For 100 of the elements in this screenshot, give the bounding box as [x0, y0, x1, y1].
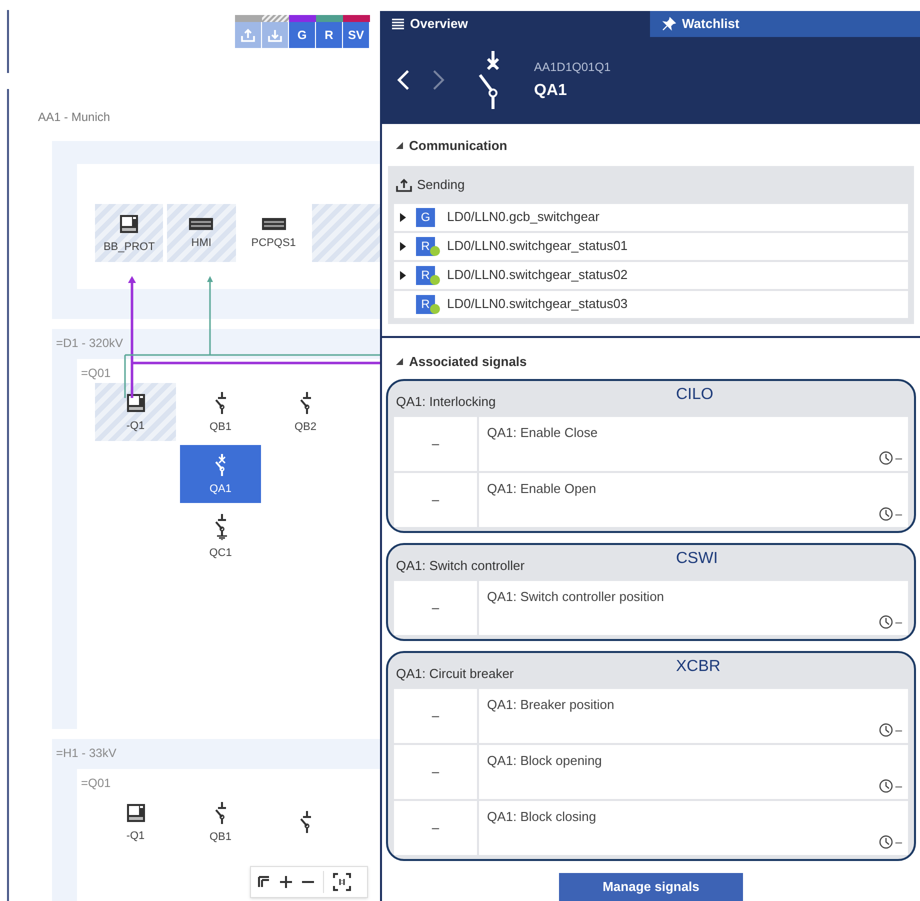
signal-value: – — [394, 473, 479, 527]
signal-value: – — [394, 745, 479, 799]
message-row[interactable]: R LD0/LLN0.switchgear_status01 — [394, 232, 908, 260]
fit-icon[interactable] — [257, 875, 271, 889]
diagram-node[interactable]: QA1 — [180, 445, 261, 503]
relay-icon — [126, 802, 146, 822]
annotation-label: CSWI — [676, 549, 718, 569]
group-title: QA1: Switch controller — [395, 557, 525, 576]
diagram-node[interactable]: BB_PROT — [95, 204, 164, 262]
expand-icon[interactable] — [400, 212, 406, 222]
switch-icon — [212, 802, 228, 824]
group-title: Sending — [417, 176, 465, 194]
bay-title: =Q01 — [81, 367, 112, 379]
signal-value: – — [394, 581, 479, 635]
device-name: QA1 — [534, 83, 568, 100]
chevron-right-icon — [432, 69, 446, 92]
filter-button[interactable]: R — [316, 22, 343, 48]
node-label: QB1 — [209, 422, 232, 432]
type-badge: G — [416, 208, 435, 226]
signal-name: QA1: Breaker position — [487, 696, 616, 714]
diagram-node[interactable]: -Q1 — [95, 793, 176, 851]
diagram-node[interactable]: -Q1 — [95, 383, 176, 441]
signal-name: QA1: Block closing — [487, 808, 598, 826]
tab[interactable]: Overview — [380, 11, 650, 37]
upload-icon — [396, 178, 412, 192]
filter-button[interactable]: G — [289, 22, 316, 48]
filter-button[interactable]: SV — [343, 22, 370, 48]
voltage-level-title: =H1 - 33kV — [56, 747, 118, 759]
relay-icon — [126, 392, 146, 412]
substation-title: AA1 - Munich — [38, 111, 112, 123]
timestamp: – — [895, 722, 902, 739]
signal-value: – — [394, 689, 479, 743]
node-label: QB2 — [294, 422, 316, 432]
device-path: AA1D1Q01Q1 — [534, 61, 611, 74]
diagram-node[interactable]: QB2 — [265, 383, 346, 441]
pin-icon — [662, 16, 676, 31]
message-row[interactable]: G LD0/LLN0.gcb_switchgear — [394, 204, 908, 230]
signal-name: QA1: Enable Close — [487, 424, 599, 442]
timestamp: – — [895, 450, 902, 467]
diagram-node[interactable]: QB1 — [180, 793, 261, 851]
clock-icon — [879, 835, 894, 849]
breaker-icon — [476, 49, 502, 112]
node-label: BB_PROT — [103, 242, 155, 252]
switch-icon — [298, 811, 314, 833]
expand-icon[interactable] — [400, 242, 406, 250]
message-name: LD0/LLN0.switchgear_status01 — [447, 237, 628, 256]
breaker-icon — [212, 454, 228, 476]
clock-icon — [879, 615, 894, 629]
switch-icon — [212, 392, 228, 414]
annotation-label: XCBR — [676, 657, 720, 677]
node-label: QC1 — [209, 548, 232, 558]
diagram-node[interactable]: HMI — [167, 204, 236, 262]
node-label: QA1 — [209, 484, 232, 494]
chevron-left-icon — [396, 69, 410, 92]
clock-icon — [879, 451, 894, 465]
node-label: QB1 — [209, 832, 232, 842]
signal-name: QA1: Enable Open — [487, 480, 598, 498]
diagram-node[interactable] — [312, 204, 380, 262]
signal-value: – — [394, 417, 479, 471]
section-title: Communication — [409, 137, 508, 155]
message-name: LD0/LLN0.gcb_switchgear — [447, 208, 600, 226]
group-title: QA1: Circuit breaker — [395, 665, 514, 684]
section-title: Associated signals — [409, 352, 527, 371]
node-label: HMI — [191, 238, 212, 248]
collapse-icon[interactable] — [396, 142, 403, 150]
signal-name: QA1: Switch controller position — [487, 588, 666, 606]
diagram-node[interactable]: QB1 — [180, 383, 261, 441]
zoom-in-icon[interactable] — [279, 875, 293, 889]
diagram-node[interactable]: PCPQS1 — [240, 204, 308, 262]
group-title: QA1: Interlocking — [395, 393, 496, 412]
signal-name: QA1: Block opening — [487, 752, 603, 770]
download-icon — [268, 28, 282, 42]
bay-title: =Q01 — [81, 777, 112, 789]
message-row[interactable]: R LD0/LLN0.switchgear_status02 — [394, 262, 908, 288]
tab[interactable]: Watchlist — [650, 11, 920, 37]
timestamp: – — [895, 778, 902, 795]
collapse-icon[interactable] — [396, 358, 403, 365]
node-label: -Q1 — [126, 830, 145, 842]
timestamp: – — [895, 834, 902, 851]
timestamp: – — [895, 506, 902, 523]
clock-icon — [879, 507, 894, 521]
annotation-label: CILO — [676, 385, 714, 405]
diagram-node[interactable]: QC1 — [180, 507, 261, 565]
panel-icon — [262, 218, 286, 230]
list-icon — [392, 18, 404, 30]
timestamp: – — [895, 614, 902, 631]
manage-signals-button[interactable]: Manage signals — [559, 873, 743, 901]
earthing-switch-icon — [212, 514, 228, 540]
signal-value: – — [394, 801, 479, 855]
switch-icon — [298, 392, 314, 414]
message-name: LD0/LLN0.switchgear_status02 — [447, 266, 628, 284]
upload-icon — [241, 28, 255, 42]
expand-icon[interactable] — [400, 270, 406, 280]
actual-size-icon[interactable] — [332, 872, 352, 892]
node-label: PCPQS1 — [251, 238, 296, 248]
clock-icon — [879, 723, 894, 737]
panel-icon — [189, 218, 214, 230]
message-row[interactable]: R LD0/LLN0.switchgear_status03 — [394, 290, 908, 318]
node-label: -Q1 — [126, 420, 145, 432]
message-name: LD0/LLN0.switchgear_status03 — [447, 295, 628, 314]
